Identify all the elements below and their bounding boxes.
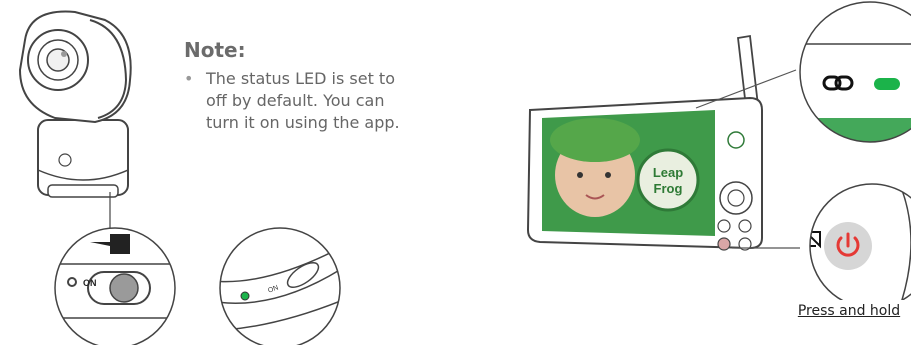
switch-zoom-circle (54, 227, 176, 345)
led-zoom-circle (219, 227, 341, 345)
note-title: Note: (184, 38, 246, 62)
switch-on-label: ON (83, 278, 97, 288)
monitor-illustration: Leap Frog (526, 1, 911, 309)
note-text: The status LED is set to off by default.… (206, 69, 400, 132)
svg-text:Frog: Frog (654, 181, 683, 196)
bullet-icon: • (184, 69, 194, 88)
svg-text:Leap: Leap (653, 165, 683, 180)
press-and-hold-label: Press and hold (788, 300, 910, 322)
